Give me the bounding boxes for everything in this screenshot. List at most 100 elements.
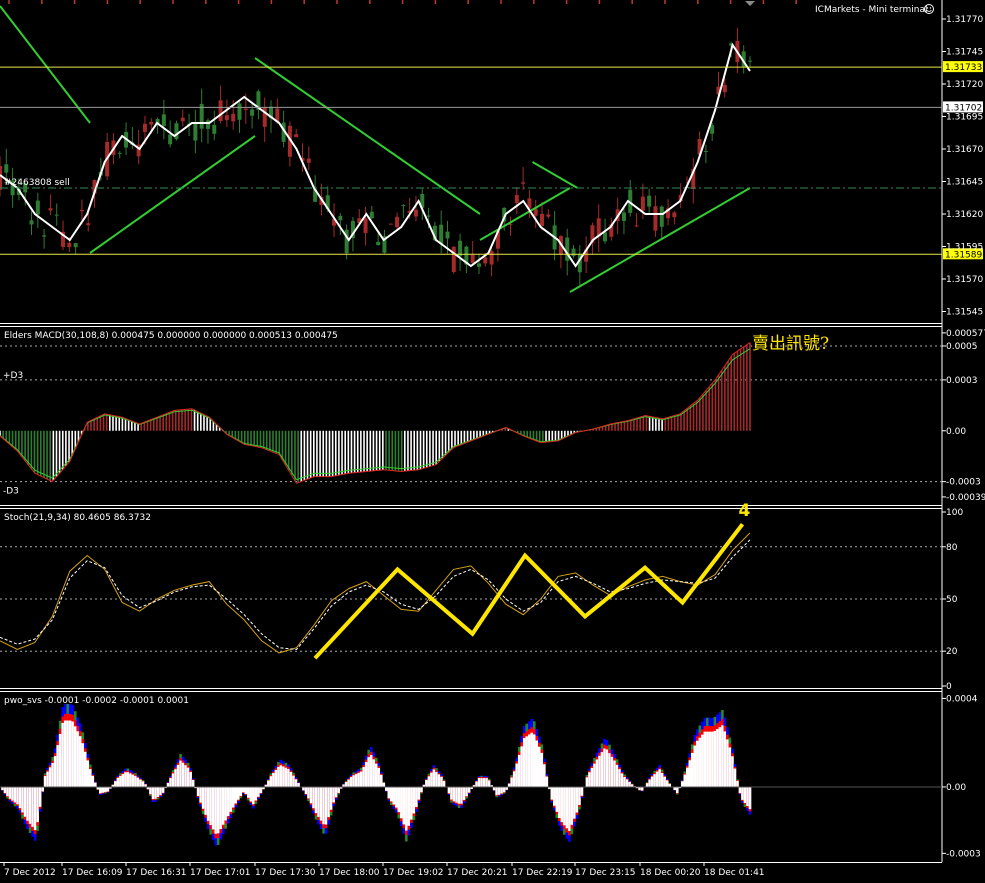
axis-tick-label: 1.31570 <box>946 275 983 285</box>
candle-body <box>338 215 343 221</box>
axis-tick-label: -0.0003 <box>946 478 981 488</box>
candle-body <box>470 254 475 264</box>
time-label: 17 Dec 20:21 <box>447 868 508 878</box>
candle-body <box>224 115 229 121</box>
candle-body <box>243 108 248 110</box>
axis-tick-label: 20 <box>946 647 958 657</box>
candle-body <box>489 251 494 265</box>
candle-body <box>401 205 406 207</box>
candle-body <box>4 164 9 173</box>
axis-tick-label: 1.31720 <box>946 80 983 90</box>
candle-body <box>451 246 456 272</box>
candle-body <box>117 152 122 154</box>
time-label: 17 Dec 17:30 <box>255 868 316 878</box>
macd-title: Elders MACD(30,108,8) 0.000475 0.000000 … <box>4 331 338 341</box>
macd-level-plus-label: +D3 <box>3 371 23 381</box>
axis-tick-label: 0.0004 <box>946 694 978 704</box>
candle-body <box>546 214 551 217</box>
terminal-title[interactable]: ICMarkets - Mini terminal <box>815 5 927 15</box>
candle-body <box>748 60 752 62</box>
pwo-title: pwo_svs -0.0001 -0.0002 -0.0001 0.0001 <box>4 696 189 706</box>
candle-body <box>426 215 431 217</box>
wave-count-label: 4 <box>739 501 751 521</box>
axis-tick-label: 1.31695 <box>946 113 983 123</box>
axis-tick-label: 1.31670 <box>946 145 983 155</box>
candle-body <box>161 114 166 126</box>
candle-body <box>79 209 84 212</box>
candle-body <box>703 150 708 152</box>
macd-level-minus-label: -D3 <box>3 487 19 497</box>
candle-body <box>521 182 526 184</box>
candle-body <box>54 214 59 216</box>
candle-body <box>640 196 645 211</box>
candle-body <box>212 124 217 134</box>
candle-body <box>514 195 519 203</box>
candle-body <box>647 195 652 207</box>
axis-tick-label: 1.31770 <box>946 15 983 25</box>
time-label: 18 Dec 00:20 <box>640 868 701 878</box>
axis-tick-label: 0.0005 <box>946 342 978 352</box>
candle-body <box>483 257 488 264</box>
candle-body <box>231 113 236 122</box>
candle-body <box>180 117 185 122</box>
time-label: 17 Dec 19:02 <box>383 868 444 878</box>
candle-body <box>476 263 481 267</box>
candle-body <box>205 120 210 129</box>
candle-body <box>294 134 299 138</box>
candle-body <box>413 209 418 217</box>
axis-tick-label: 1.31595 <box>946 243 983 253</box>
chart-background <box>0 0 985 883</box>
candle-body <box>67 242 72 248</box>
candle-body <box>35 200 40 215</box>
axis-tick-label: 80 <box>946 543 958 553</box>
candle-body <box>439 224 444 244</box>
candle-body <box>174 123 179 140</box>
axis-tick-label: 1.31745 <box>946 48 983 58</box>
axis-tick-label: 0 <box>946 682 952 692</box>
axis-tick-label: 100 <box>946 508 963 518</box>
time-label: 18 Dec 01:41 <box>704 868 765 878</box>
candle-body <box>142 123 147 132</box>
candle-body <box>395 216 400 228</box>
axis-tick-label: 1.31645 <box>946 178 983 188</box>
candle-body <box>710 125 715 134</box>
axis-tick-label: 0.00 <box>946 427 966 437</box>
axis-tick-label: 1.31620 <box>946 210 983 220</box>
candle-body <box>168 134 173 145</box>
candle-body <box>634 225 639 227</box>
candle-body <box>571 248 576 257</box>
axis-tick-label: -0.0003 <box>946 849 981 859</box>
candle-body <box>48 208 53 211</box>
candle-body <box>722 84 727 93</box>
order-label[interactable]: #2463808 sell <box>4 178 70 188</box>
axis-tick-label: 1.31545 <box>946 308 983 318</box>
trading-chart[interactable]: 1.317331.317021.31589 #2463808 sell 1.31… <box>0 0 985 883</box>
stoch-title: Stoch(21,9,34) 80.4605 86.3732 <box>4 513 151 523</box>
candle-body <box>369 211 374 219</box>
candle-body <box>42 235 47 237</box>
time-label: 17 Dec 22:19 <box>512 868 573 878</box>
axis-tick-label: -0.00039 <box>946 493 985 503</box>
sell-signal-annotation: 賣出訊號? <box>752 334 829 354</box>
candle-body <box>250 109 255 116</box>
candle-body <box>376 241 381 246</box>
candle-body <box>0 165 2 190</box>
axis-tick-label: 50 <box>946 595 958 605</box>
time-label: 17 Dec 18:00 <box>319 868 380 878</box>
candle-body <box>73 243 78 248</box>
candle-body <box>603 232 608 242</box>
axis-tick-label: 0.0003 <box>946 376 978 386</box>
candle-body <box>193 123 198 141</box>
candle-body <box>388 223 393 225</box>
candle-body <box>86 223 91 226</box>
axis-tick-label: 0.000577 <box>946 329 985 339</box>
candle-body <box>306 158 311 163</box>
candle-body <box>218 100 223 121</box>
price-level-tag-label: 1.31733 <box>945 63 982 73</box>
candle-body <box>653 206 658 231</box>
time-label: 7 Dec 2012 <box>4 868 56 878</box>
candle-body <box>621 212 626 221</box>
candle-body <box>363 218 368 234</box>
candle-body <box>659 206 664 227</box>
time-label: 17 Dec 16:31 <box>126 868 187 878</box>
